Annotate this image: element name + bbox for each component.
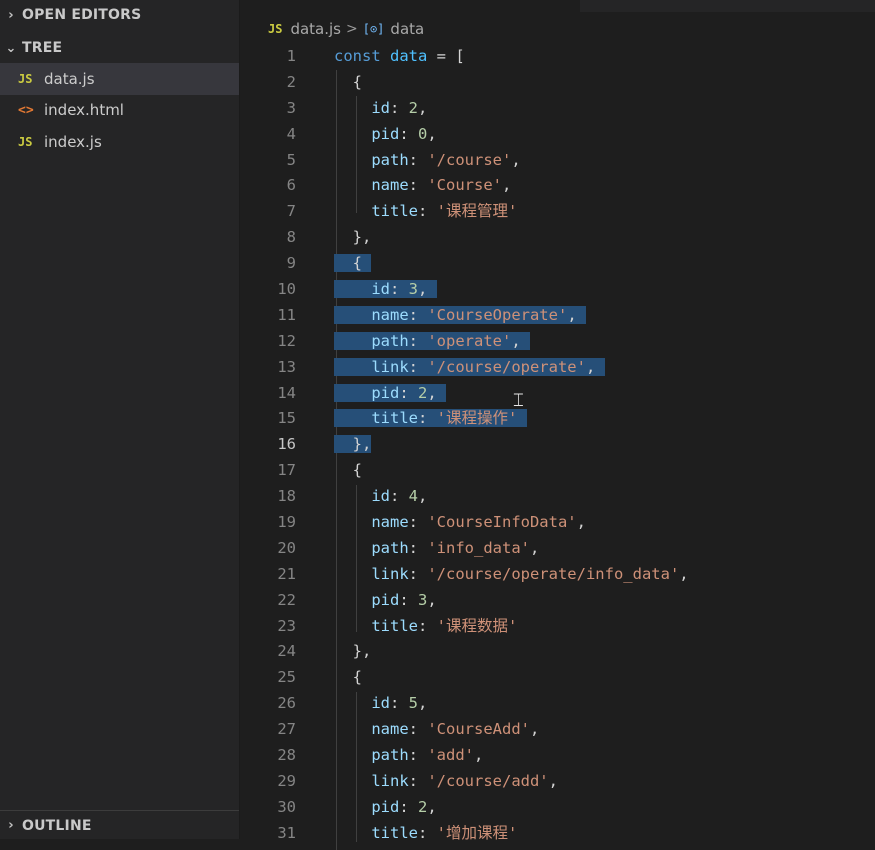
open-editors-section[interactable]: › OPEN EDITORS (0, 0, 239, 30)
line-number: 1 (286, 47, 296, 65)
code-line[interactable]: id: 3, (334, 277, 875, 303)
line-number: 31 (277, 823, 296, 842)
code-line[interactable]: name: 'CourseAdd', (334, 717, 875, 743)
code-line[interactable]: name: 'CourseInfoData', (334, 510, 875, 536)
code-line[interactable]: pid: 2, (334, 795, 875, 821)
line-number: 24 (277, 642, 296, 661)
code-line[interactable]: { (334, 70, 875, 96)
code-line[interactable]: id: 4, (334, 484, 875, 510)
line-number: 9 (286, 254, 296, 273)
line-number: 12 (277, 331, 296, 350)
line-number: 19 (277, 513, 296, 532)
html-file-icon: <> (18, 102, 34, 118)
line-number: 3 (286, 98, 296, 117)
line-number: 13 (277, 357, 296, 376)
code-editor[interactable]: const data = [ { id: 2, pid: 0, path: '/… (334, 44, 875, 847)
line-number: 8 (286, 228, 296, 247)
line-number: 5 (286, 150, 296, 169)
tab-data-js[interactable] (240, 0, 580, 12)
breadcrumb: JS data.js > [⊙] data (268, 17, 424, 41)
file-label: index.js (44, 132, 102, 151)
outline-label: OUTLINE (22, 817, 92, 834)
line-number: 29 (277, 771, 296, 790)
code-line[interactable]: }, (334, 432, 875, 458)
line-number: 15 (277, 409, 296, 428)
code-line[interactable]: title: '课程操作' (334, 406, 875, 432)
javascript-file-icon: JS (18, 71, 33, 86)
code-line[interactable]: { (334, 251, 875, 277)
line-number: 6 (286, 176, 296, 195)
code-line[interactable]: path: '/course', (334, 148, 875, 174)
javascript-file-icon: JS (268, 22, 283, 36)
javascript-file-icon: JS (18, 134, 33, 149)
code-line[interactable]: { (334, 458, 875, 484)
chevron-right-icon: › (8, 7, 14, 23)
line-number: 2 (286, 72, 296, 91)
code-line[interactable]: title: '增加课程' (334, 821, 875, 847)
code-line[interactable]: title: '课程数据' (334, 614, 875, 640)
line-number: 21 (277, 564, 296, 583)
file-data-js[interactable]: JS data.js (0, 63, 239, 95)
explorer-sidebar: › OPEN EDITORS ⌄ TREE JS data.js <> inde… (0, 0, 240, 839)
line-number: 4 (286, 124, 296, 143)
line-number: 22 (277, 590, 296, 609)
code-line[interactable]: link: '/course/operate/info_data', (334, 562, 875, 588)
open-editors-label: OPEN EDITORS (22, 7, 142, 23)
code-line[interactable]: pid: 3, (334, 588, 875, 614)
code-line[interactable]: link: '/course/operate', (334, 355, 875, 381)
line-number: 26 (277, 694, 296, 713)
line-number-gutter: 1 2 3 4 5 6 7 8 9 10 11 12 13 14 15 16 17 18 19 20 21 22 23 24 2… (240, 44, 296, 847)
line-number: 23 (277, 616, 296, 635)
code-line[interactable]: path: 'info_data', (334, 536, 875, 562)
line-number: 30 (277, 797, 296, 816)
code-line[interactable]: path: 'operate', (334, 329, 875, 355)
line-number: 18 (277, 487, 296, 506)
chevron-down-icon: ⌄ (5, 40, 17, 56)
line-number: 11 (277, 305, 296, 324)
line-number: 28 (277, 746, 296, 765)
tab-strip (240, 0, 875, 12)
tree-label: TREE (22, 40, 63, 56)
chevron-right-icon: > (346, 21, 358, 37)
tree-section[interactable]: ⌄ TREE (0, 33, 239, 63)
file-index-js[interactable]: JS index.js (0, 126, 239, 158)
code-line[interactable]: pid: 2, (334, 381, 875, 407)
line-number: 14 (277, 383, 296, 402)
file-label: index.html (44, 101, 124, 120)
breadcrumb-file[interactable]: data.js (290, 20, 341, 38)
code-line[interactable]: title: '课程管理' (334, 199, 875, 225)
line-number: 17 (277, 461, 296, 480)
breadcrumb-symbol[interactable]: data (390, 20, 424, 38)
code-line[interactable]: pid: 0, (334, 122, 875, 148)
variable-symbol-icon: [⊙] (362, 22, 385, 36)
code-line[interactable]: id: 2, (334, 96, 875, 122)
outline-section[interactable]: › OUTLINE (0, 810, 239, 840)
code-line[interactable]: }, (334, 225, 875, 251)
code-line[interactable]: link: '/course/add', (334, 769, 875, 795)
code-line[interactable]: const data = [ (334, 44, 875, 70)
line-number: 25 (277, 668, 296, 687)
code-line[interactable]: id: 5, (334, 691, 875, 717)
code-line[interactable]: path: 'add', (334, 743, 875, 769)
file-index-html[interactable]: <> index.html (0, 95, 239, 127)
text-cursor-icon: ⌶ (513, 390, 524, 411)
line-number: 10 (277, 280, 296, 299)
code-line[interactable]: name: 'Course', (334, 173, 875, 199)
file-label: data.js (44, 69, 95, 88)
code-line[interactable]: { (334, 665, 875, 691)
chevron-right-icon: › (8, 818, 14, 833)
line-number: 27 (277, 720, 296, 739)
code-line[interactable]: }, (334, 639, 875, 665)
line-number: 20 (277, 538, 296, 557)
code-line[interactable]: name: 'CourseOperate', (334, 303, 875, 329)
line-number: 16 (277, 435, 296, 454)
line-number: 7 (286, 202, 296, 221)
